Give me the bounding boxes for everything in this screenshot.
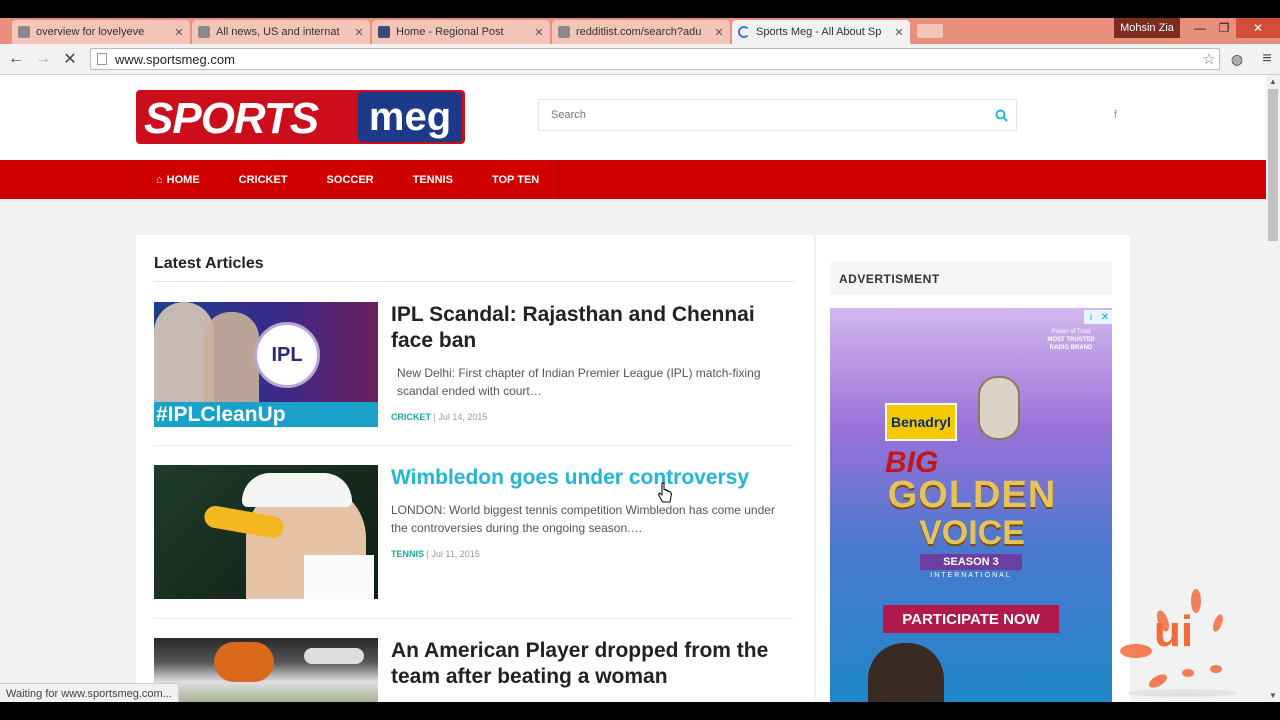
advertisement-banner[interactable]: i ✕ Power of Trust MOST TRUSTED RADIO BR…: [830, 308, 1112, 702]
article-excerpt: LONDON: World biggest tennis competition…: [391, 503, 775, 535]
player-shape: [304, 648, 364, 664]
browser-toolbar: ← → ✕ www.sportsmeg.com ☆ ◍ ≡: [0, 44, 1280, 75]
article-category[interactable]: CRICKET: [391, 412, 431, 422]
cap-shape: [242, 473, 352, 507]
close-icon[interactable]: ✕: [174, 26, 184, 39]
address-bar[interactable]: www.sportsmeg.com ☆: [90, 48, 1220, 70]
close-icon[interactable]: ✕: [354, 26, 364, 39]
close-icon[interactable]: ✕: [714, 26, 724, 39]
loading-spinner-icon: [738, 26, 750, 38]
window-close-icon[interactable]: ✕: [1236, 18, 1280, 38]
microphone-icon: [978, 376, 1020, 440]
restore-icon[interactable]: ❐: [1210, 18, 1238, 38]
nav-top-ten[interactable]: TOP TEN: [473, 160, 560, 199]
participate-now-button[interactable]: PARTICIPATE NOW: [883, 605, 1059, 633]
article-thumbnail[interactable]: [154, 465, 378, 599]
article-title[interactable]: Wimbledon goes under controversy: [391, 465, 771, 491]
article-item: IPL #IPLCleanUp IPL Scandal: Rajasthan a…: [154, 302, 794, 427]
article-category[interactable]: TENNIS: [391, 549, 424, 559]
nav-cricket[interactable]: CRICKET: [220, 160, 308, 199]
latest-articles-panel: Latest Articles IPL #IPLCleanUp IPL Scan…: [136, 235, 814, 702]
home-icon: ⌂: [156, 173, 163, 186]
article-title[interactable]: IPL Scandal: Rajasthan and Chennai face …: [391, 302, 771, 354]
article-date: Jul 11, 2015: [431, 549, 480, 559]
search-input[interactable]: [549, 108, 986, 122]
site-header: SPORTS meg f: [0, 75, 1266, 160]
article-thumbnail[interactable]: [154, 638, 378, 702]
person-figure: [204, 312, 259, 402]
ui-watermark: ui: [1118, 585, 1248, 702]
helmet-shape: [214, 642, 274, 682]
divider: [154, 618, 794, 619]
reddit-icon: [558, 26, 570, 38]
close-icon[interactable]: ✕: [534, 26, 544, 39]
section-title: Latest Articles: [154, 255, 264, 272]
page-scrollbar[interactable]: ▲ ▼: [1266, 75, 1280, 702]
status-bar: Waiting for www.sportsmeg.com...: [0, 683, 179, 704]
main-menu: ⌂ HOME CRICKET SOCCER TENNIS TOP TEN: [136, 160, 560, 199]
nav-soccer[interactable]: SOCCER: [308, 160, 394, 199]
mouse-cursor: [657, 482, 674, 509]
bookmark-star-icon[interactable]: ☆: [1199, 50, 1219, 68]
scroll-up-icon[interactable]: ▲: [1269, 77, 1277, 86]
person-figure: [868, 643, 944, 702]
page-icon: [97, 53, 107, 65]
tab-strip: overview for lovelyeve ✕ All news, US an…: [0, 18, 1280, 44]
shirt-shape: [304, 555, 374, 599]
article-thumbnail[interactable]: IPL #IPLCleanUp: [154, 302, 378, 427]
search-box: [538, 99, 1017, 131]
article-item: An American Player dropped from the team…: [154, 638, 794, 702]
adchoices-icon[interactable]: i: [1084, 310, 1098, 324]
globe-icon[interactable]: ◍: [1226, 49, 1248, 69]
tab-all-news[interactable]: All news, US and internat ✕: [192, 20, 370, 44]
os-bottom-bar: [0, 702, 1280, 720]
tab-overview-lovelyeve[interactable]: overview for lovelyeve ✕: [12, 20, 190, 44]
tab-redditlist[interactable]: redditlist.com/search?adu ✕: [552, 20, 730, 44]
scrollbar-thumb[interactable]: [1268, 89, 1278, 241]
sidebar: ADVERTISMENT i ✕ Power of Trust MOST TRU…: [816, 235, 1130, 702]
tab-sports-meg[interactable]: Sports Meg - All About Sp ✕: [732, 20, 910, 44]
stop-icon[interactable]: ✕: [59, 49, 81, 69]
thumbnail-caption: #IPLCleanUp: [154, 402, 378, 427]
benadryl-logo: Benadryl: [885, 403, 957, 441]
nav-home[interactable]: ⌂ HOME: [137, 160, 220, 199]
main-nav-bar: ⌂ HOME CRICKET SOCCER TENNIS TOP TEN: [0, 160, 1266, 199]
article-excerpt: New Delhi: First chapter of Indian Premi…: [397, 366, 761, 398]
nav-tennis[interactable]: TENNIS: [394, 160, 473, 199]
os-top-bar: [0, 0, 1280, 18]
new-tab-button[interactable]: [917, 24, 943, 38]
search-icon[interactable]: [986, 109, 1016, 122]
facebook-icon[interactable]: f: [1114, 109, 1117, 121]
advertisement-label: ADVERTISMENT: [830, 262, 1112, 295]
radio-brand-badge: Power of Trust MOST TRUSTED RADIO BRAND: [1047, 329, 1095, 351]
back-icon[interactable]: ←: [5, 49, 27, 69]
profile-button[interactable]: Mohsin Zia: [1114, 18, 1180, 38]
site-logo[interactable]: SPORTS meg: [136, 90, 465, 144]
scroll-down-icon[interactable]: ▼: [1269, 691, 1277, 700]
reddit-icon: [198, 26, 210, 38]
menu-icon[interactable]: ≡: [1256, 49, 1278, 69]
close-icon[interactable]: ✕: [894, 26, 904, 39]
article-meta: CRICKET | Jul 14, 2015: [391, 412, 488, 422]
article-date: Jul 14, 2015: [438, 412, 488, 422]
reddit-icon: [18, 26, 30, 38]
regional-post-icon: [378, 26, 390, 38]
article-title[interactable]: An American Player dropped from the team…: [391, 638, 791, 690]
tab-regional-post[interactable]: Home - Regional Post ✕: [372, 20, 550, 44]
divider: [154, 445, 794, 446]
page-viewport: SPORTS meg f ⌂HOME CRICKET SOCCER TENNIS…: [0, 75, 1266, 702]
article-item: Wimbledon goes under controversy LONDON:…: [154, 465, 794, 599]
divider: [154, 281, 794, 282]
ad-close-icon[interactable]: ✕: [1098, 310, 1112, 324]
article-meta: TENNIS | Jul 11, 2015: [391, 549, 480, 559]
forward-icon[interactable]: →: [32, 49, 54, 69]
ipl-logo: IPL: [254, 322, 320, 388]
